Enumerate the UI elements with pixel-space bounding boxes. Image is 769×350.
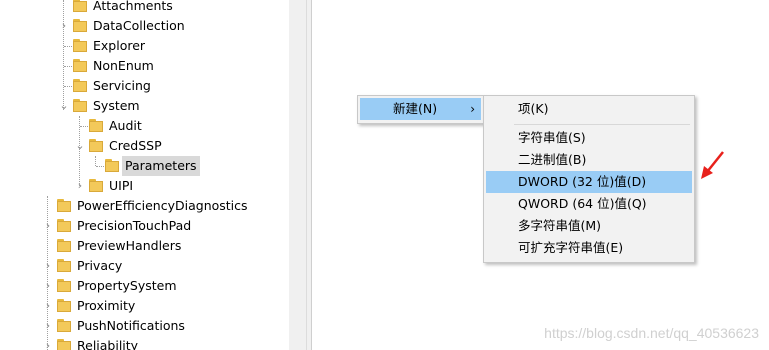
tree-item-uipi[interactable]: › UIPI bbox=[0, 176, 289, 196]
tree-item-label: PushNotifications bbox=[77, 318, 185, 333]
folder-icon bbox=[89, 119, 103, 133]
folder-icon bbox=[73, 79, 87, 93]
chevron-right-icon[interactable]: › bbox=[58, 16, 70, 36]
tree-item-label: Privacy bbox=[77, 258, 123, 273]
tree-item-audit[interactable]: Audit bbox=[0, 116, 289, 136]
tree-item-datacollection[interactable]: › DataCollection bbox=[0, 16, 289, 36]
tree-item-nonenum[interactable]: NonEnum bbox=[0, 56, 289, 76]
folder-icon bbox=[73, 39, 87, 53]
menu-item-label: 新建(N) bbox=[393, 101, 438, 116]
submenu-arrow-icon: › bbox=[470, 102, 475, 116]
menu-item-multi-string-value[interactable]: 多字符串值(M) bbox=[486, 215, 692, 237]
watermark: https://blog.csdn.net/qq_40536623 bbox=[544, 325, 759, 341]
registry-tree: Attachments › DataCollection Explorer No… bbox=[0, 0, 289, 350]
chevron-right-icon[interactable]: › bbox=[42, 336, 54, 350]
menu-item-string-value[interactable]: 字符串值(S) bbox=[486, 127, 692, 149]
chevron-right-icon[interactable]: › bbox=[42, 276, 54, 296]
menu-item-new[interactable]: 新建(N) › bbox=[360, 98, 481, 120]
chevron-right-icon[interactable]: › bbox=[74, 176, 86, 196]
tree-item-label: Parameters bbox=[122, 156, 200, 176]
tree-item-label: PreviewHandlers bbox=[77, 238, 182, 253]
menu-separator bbox=[514, 124, 690, 125]
tree-item-label: PropertySystem bbox=[77, 278, 177, 293]
tree-item-reliability[interactable]: › Reliability bbox=[0, 336, 289, 350]
chevron-right-icon[interactable]: › bbox=[42, 256, 54, 276]
menu-item-label: 多字符串值(M) bbox=[518, 218, 602, 233]
tree-item-label: PowerEfficiencyDiagnostics bbox=[77, 198, 248, 213]
folder-icon bbox=[57, 339, 71, 350]
tree-item-label: Reliability bbox=[77, 338, 139, 350]
folder-icon bbox=[105, 159, 119, 173]
folder-icon bbox=[57, 239, 71, 253]
tree-item-pushnotifications[interactable]: › PushNotifications bbox=[0, 316, 289, 336]
folder-icon bbox=[57, 259, 71, 273]
tree-item-label: Proximity bbox=[77, 298, 136, 313]
tree-item-attachments[interactable]: Attachments bbox=[0, 0, 289, 16]
folder-icon bbox=[89, 179, 103, 193]
folder-icon bbox=[73, 19, 87, 33]
chevron-down-icon[interactable]: ⌄ bbox=[58, 96, 70, 116]
tree-item-precisiontouchpad[interactable]: › PrecisionTouchPad bbox=[0, 216, 289, 236]
folder-icon bbox=[57, 219, 71, 233]
tree-item-label: CredSSP bbox=[109, 138, 162, 153]
tree-item-label: UIPI bbox=[109, 178, 134, 193]
chevron-down-icon[interactable]: ⌄ bbox=[74, 136, 86, 156]
tree-item-system[interactable]: ⌄ System bbox=[0, 96, 289, 116]
tree-item-label: Attachments bbox=[93, 0, 173, 13]
tree-item-servicing[interactable]: Servicing bbox=[0, 76, 289, 96]
tree-item-label: Explorer bbox=[93, 38, 146, 53]
tree-item-label: PrecisionTouchPad bbox=[77, 218, 192, 233]
menu-item-label: DWORD (32 位)值(D) bbox=[518, 174, 647, 189]
tree-item-explorer[interactable]: Explorer bbox=[0, 36, 289, 56]
menu-item-qword-value[interactable]: QWORD (64 位)值(Q) bbox=[486, 193, 692, 215]
tree-item-label: System bbox=[93, 98, 140, 113]
folder-icon bbox=[89, 139, 103, 153]
tree-item-label: Servicing bbox=[93, 78, 151, 93]
tree-item-proximity[interactable]: › Proximity bbox=[0, 296, 289, 316]
menu-item-binary-value[interactable]: 二进制值(B) bbox=[486, 149, 692, 171]
folder-icon bbox=[57, 279, 71, 293]
folder-icon bbox=[57, 299, 71, 313]
folder-icon bbox=[73, 99, 87, 113]
menu-item-label: 字符串值(S) bbox=[518, 130, 586, 145]
folder-icon bbox=[73, 59, 87, 73]
chevron-right-icon[interactable]: › bbox=[42, 296, 54, 316]
tree-item-label: DataCollection bbox=[93, 18, 185, 33]
menu-item-label: 可扩充字符串值(E) bbox=[518, 240, 624, 255]
new-submenu: 项(K) 字符串值(S) 二进制值(B) DWORD (32 位)值(D) QW… bbox=[483, 95, 695, 263]
folder-icon bbox=[57, 199, 71, 213]
folder-icon bbox=[57, 319, 71, 333]
tree-item-powerefficiencydiagnostics[interactable]: PowerEfficiencyDiagnostics bbox=[0, 196, 289, 216]
tree-item-credssp[interactable]: ⌄ CredSSP bbox=[0, 136, 289, 156]
menu-item-label: 二进制值(B) bbox=[518, 152, 587, 167]
tree-item-parameters[interactable]: Parameters bbox=[0, 156, 289, 176]
chevron-right-icon[interactable]: › bbox=[42, 316, 54, 336]
tree-scrollbar[interactable] bbox=[289, 0, 306, 350]
tree-item-label: Audit bbox=[109, 118, 142, 133]
menu-item-label: QWORD (64 位)值(Q) bbox=[518, 196, 647, 211]
folder-icon bbox=[73, 0, 87, 13]
tree-item-previewhandlers[interactable]: PreviewHandlers bbox=[0, 236, 289, 256]
menu-item-dword-value[interactable]: DWORD (32 位)值(D) bbox=[486, 171, 692, 193]
menu-item-expandable-string-value[interactable]: 可扩充字符串值(E) bbox=[486, 237, 692, 259]
red-arrow-icon bbox=[701, 151, 724, 179]
menu-item-key[interactable]: 项(K) bbox=[486, 98, 692, 120]
tree-item-privacy[interactable]: › Privacy bbox=[0, 256, 289, 276]
chevron-right-icon[interactable]: › bbox=[42, 216, 54, 236]
tree-item-label: NonEnum bbox=[93, 58, 154, 73]
tree-item-propertysystem[interactable]: › PropertySystem bbox=[0, 276, 289, 296]
menu-item-label: 项(K) bbox=[518, 101, 549, 116]
context-menu: 新建(N) › bbox=[357, 95, 484, 124]
